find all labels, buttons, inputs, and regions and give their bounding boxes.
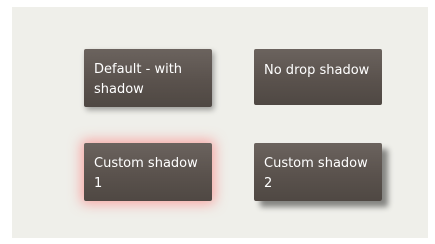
custom-shadow-2-button-label: Custom shadow 2 xyxy=(264,156,368,191)
no-drop-shadow-button-label: No drop shadow xyxy=(264,63,370,78)
default-shadow-button-label: Default - with shadow xyxy=(94,62,183,97)
custom-shadow-1-button[interactable]: Custom shadow 1 xyxy=(84,143,212,201)
custom-shadow-2-button[interactable]: Custom shadow 2 xyxy=(254,143,382,201)
no-drop-shadow-button[interactable]: No drop shadow xyxy=(254,49,382,105)
default-shadow-button[interactable]: Default - with shadow xyxy=(84,49,212,107)
content-panel: Default - with shadow No drop shadow Cus… xyxy=(12,7,428,238)
custom-shadow-1-button-label: Custom shadow 1 xyxy=(94,156,198,191)
